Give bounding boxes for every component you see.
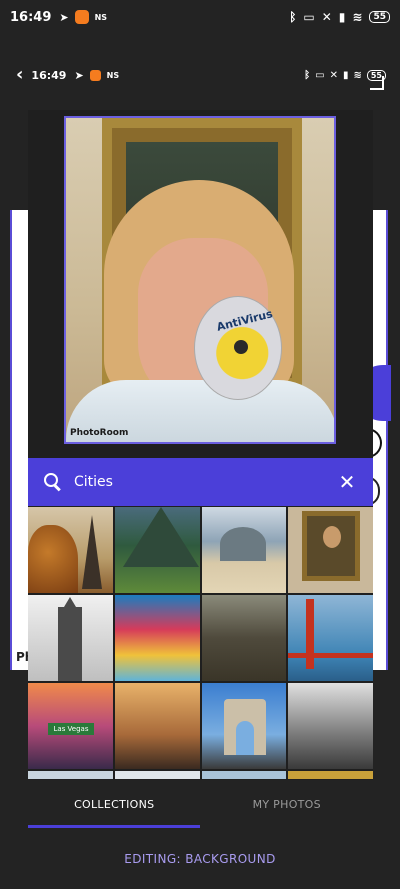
status-bar: 16:49 ➤ NS ᛒ ▭ ✕ ▮ ≋ 55 bbox=[0, 0, 400, 34]
signal-icon: ▮ bbox=[338, 10, 346, 24]
mute-icon: ✕ bbox=[321, 10, 332, 24]
status-right-icons: ᛒ ▭ ✕ ▮ ≋ 55 bbox=[289, 10, 390, 24]
grid-tile-beach-city[interactable] bbox=[201, 507, 287, 593]
tab-collections[interactable]: COLLECTIONS bbox=[28, 783, 201, 829]
inner-wifi-icon: ≋ bbox=[353, 69, 362, 81]
preview-image: AntiVirus PhotoRoom bbox=[64, 116, 336, 444]
grid-tile-neon-street[interactable] bbox=[114, 595, 200, 681]
grid-tile-bw-bridge-street[interactable] bbox=[288, 683, 373, 769]
inner-bluetooth-icon: ᛒ bbox=[304, 69, 311, 81]
search-input[interactable] bbox=[74, 474, 337, 490]
grid-tile-skyscraper[interactable] bbox=[28, 595, 113, 681]
tab-my-photos[interactable]: MY PHOTOS bbox=[201, 783, 374, 829]
navigation-notification-icon: ➤ bbox=[59, 10, 69, 24]
inner-ns-notification-icon: NS bbox=[106, 70, 120, 80]
inner-vibrate-icon: ▭ bbox=[315, 69, 325, 81]
status-time: 16:49 bbox=[10, 9, 52, 25]
wifi-icon: ≋ bbox=[352, 10, 363, 24]
grid-tile-15[interactable] bbox=[201, 771, 287, 779]
grid-tile-san-francisco-street[interactable] bbox=[114, 683, 200, 769]
image-grid: Las Vegas bbox=[28, 507, 373, 779]
inner-navigation-notification-icon: ➤ bbox=[74, 68, 84, 82]
grid-tile-mona-lisa-museum[interactable] bbox=[288, 507, 373, 593]
app-notification-icon bbox=[74, 10, 89, 24]
editing-mode-label: EDITING: BACKGROUND bbox=[124, 852, 276, 866]
close-icon[interactable]: ✕ bbox=[337, 470, 357, 494]
grid-tile-eiffel-tower[interactable] bbox=[28, 507, 113, 593]
active-tab-indicator bbox=[28, 825, 200, 828]
grid-tile-14[interactable] bbox=[114, 771, 200, 779]
search-bar: ✕ bbox=[28, 458, 373, 506]
grid-tile-golden-gate-bridge[interactable] bbox=[288, 595, 373, 681]
inner-status-time: 16:49 bbox=[31, 68, 67, 82]
search-icon bbox=[44, 473, 62, 491]
expand-icon[interactable] bbox=[370, 76, 384, 90]
collection-tabs: COLLECTIONS MY PHOTOS bbox=[28, 783, 373, 829]
grid-tile-mountain-terraces[interactable] bbox=[114, 507, 200, 593]
inner-status-bar: ‹ 16:49 ➤ NS ᛒ ▭ ✕ ▮ ≋ 55 bbox=[16, 64, 386, 86]
battery-icon: 55 bbox=[369, 11, 390, 23]
las-vegas-sign-text: Las Vegas bbox=[48, 723, 94, 735]
grid-tile-las-vegas-sign[interactable]: Las Vegas bbox=[28, 683, 113, 769]
grid-tile-16[interactable] bbox=[288, 771, 373, 779]
bluetooth-icon: ᛒ bbox=[289, 10, 297, 24]
inner-signal-icon: ▮ bbox=[342, 69, 349, 81]
vibrate-icon: ▭ bbox=[303, 10, 315, 24]
preview-cd-hole bbox=[234, 340, 248, 354]
inner-mute-icon: ✕ bbox=[329, 69, 338, 81]
grid-tile-great-wall[interactable] bbox=[201, 595, 287, 681]
grid-tile-arc-de-triomphe[interactable] bbox=[201, 683, 287, 769]
back-arrow-icon[interactable]: ‹ bbox=[16, 66, 23, 84]
photoroom-watermark: PhotoRoom bbox=[70, 428, 129, 438]
grid-tile-13[interactable] bbox=[28, 771, 113, 779]
inner-app-notification-icon bbox=[89, 69, 101, 81]
ns-notification-icon: NS bbox=[94, 12, 108, 22]
